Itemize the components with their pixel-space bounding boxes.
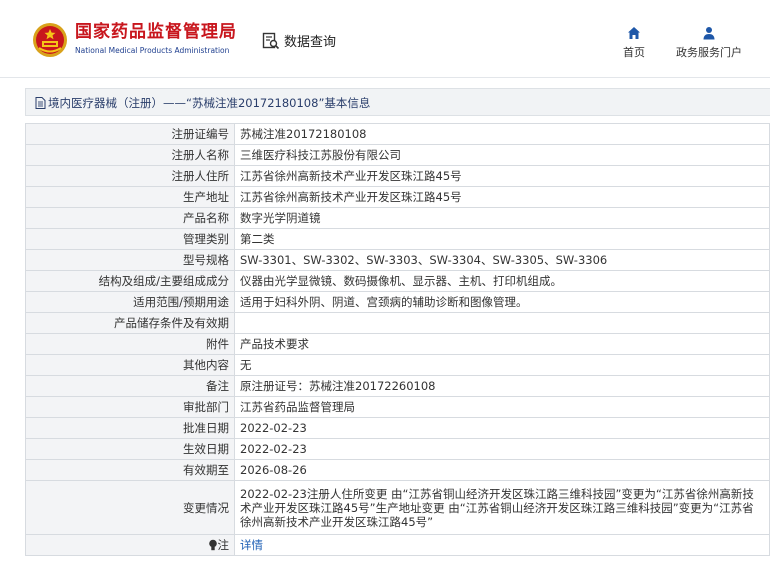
- field-label: 有效期至: [25, 459, 235, 481]
- details-link[interactable]: 详情: [240, 538, 263, 552]
- nav-home-label: 首页: [623, 46, 645, 59]
- table-row: 管理类别 第二类: [25, 228, 770, 250]
- note-label-cell: 注: [25, 534, 235, 556]
- table-row: 生产地址 江苏省徐州高新技术产业开发区珠江路45号: [25, 186, 770, 208]
- table-row: 型号规格 SW-3301、SW-3302、SW-3303、SW-3304、SW-3…: [25, 249, 770, 271]
- field-label: 备注: [25, 375, 235, 397]
- field-value: 原注册证号：苏械注准20172260108: [234, 375, 770, 397]
- table-row: 注册人住所 江苏省徐州高新技术产业开发区珠江路45号: [25, 165, 770, 187]
- field-label: 注册人名称: [25, 144, 235, 166]
- table-row: 备注 原注册证号：苏械注准20172260108: [25, 375, 770, 397]
- field-value: 2022-02-23: [234, 438, 770, 460]
- field-value: [234, 312, 770, 334]
- table-row: 审批部门 江苏省药品监督管理局: [25, 396, 770, 418]
- field-label: 结构及组成/主要组成成分: [25, 270, 235, 292]
- field-label: 审批部门: [25, 396, 235, 418]
- table-row: 注册证编号 苏械注准20172180108: [25, 123, 770, 145]
- data-search-icon: [262, 32, 280, 49]
- field-label: 产品储存条件及有效期: [25, 312, 235, 334]
- table-row: 注 详情: [25, 534, 770, 556]
- field-label: 批准日期: [25, 417, 235, 439]
- table-row: 其他内容无: [25, 354, 770, 376]
- field-value: 适用于妇科外阴、阴道、宫颈病的辅助诊断和图像管理。: [234, 291, 770, 313]
- table-row: 有效期至 2026-08-26: [25, 459, 770, 481]
- nav-portal-label: 政务服务门户: [676, 46, 742, 59]
- field-value: 2022-02-23注册人住所变更 由“江苏省铜山经济开发区珠江路三维科技园”变…: [234, 480, 770, 535]
- field-value: 苏械注准20172180108: [234, 123, 770, 145]
- site-title-cn: 国家药品监督管理局: [75, 22, 237, 42]
- field-label: 注册证编号: [25, 123, 235, 145]
- data-query-label: 数据查询: [284, 35, 337, 50]
- field-value: 第二类: [234, 228, 770, 250]
- site-header: 国家药品监督管理局 National Medical Products Admi…: [0, 0, 770, 78]
- field-value: 数字光学阴道镜: [234, 207, 770, 229]
- field-value: 江苏省徐州高新技术产业开发区珠江路45号: [234, 186, 770, 208]
- user-icon: [703, 27, 715, 40]
- table-row: 附件 产品技术要求: [25, 333, 770, 355]
- table-row: 产品储存条件及有效期: [25, 312, 770, 334]
- note-label: 注: [217, 537, 230, 552]
- site-brand[interactable]: 国家药品监督管理局 National Medical Products Admi…: [75, 22, 237, 57]
- table-row: 变更情况 2022-02-23注册人住所变更 由“江苏省铜山经济开发区珠江路三维科…: [25, 480, 770, 535]
- field-label: 附件: [25, 333, 235, 355]
- field-label: 管理类别: [25, 228, 235, 250]
- lightbulb-icon: [208, 539, 217, 550]
- home-icon: [628, 27, 640, 39]
- field-value: 三维医疗科技江苏股份有限公司: [234, 144, 770, 166]
- field-value: 2022-02-23: [234, 417, 770, 439]
- field-value: 江苏省药品监督管理局: [234, 396, 770, 418]
- table-row: 产品名称 数字光学阴道镜: [25, 207, 770, 229]
- field-label: 其他内容: [25, 354, 235, 376]
- table-row: 注册人名称 三维医疗科技江苏股份有限公司: [25, 144, 770, 166]
- field-value: 无: [234, 354, 770, 376]
- table-row: 结构及组成/主要组成成分 仪器由光学显微镜、数码摄像机、显示器、主机、打印机组成。: [25, 270, 770, 292]
- table-row: 生效日期 2022-02-23: [25, 438, 770, 460]
- field-label: 生产地址: [25, 186, 235, 208]
- breadcrumb-bar: 境内医疗器械（注册）——“苏械注准20172180108”基本信息: [25, 88, 770, 116]
- registration-info-table: 注册证编号 苏械注准20172180108 注册人名称 三维医疗科技江苏股份有限公司…: [25, 123, 770, 556]
- field-value: SW-3301、SW-3302、SW-3303、SW-3304、SW-3305、…: [234, 249, 770, 271]
- site-title-en: National Medical Products Administration: [75, 46, 230, 55]
- field-value: 仪器由光学显微镜、数码摄像机、显示器、主机、打印机组成。: [234, 270, 770, 292]
- field-label: 生效日期: [25, 438, 235, 460]
- data-query-link[interactable]: 数据查询: [262, 31, 336, 50]
- field-label: 注册人住所: [25, 165, 235, 187]
- nav-gov-portal[interactable]: 政务服务门户: [676, 26, 742, 60]
- field-label: 型号规格: [25, 249, 235, 271]
- nav-home[interactable]: 首页: [623, 26, 645, 60]
- note-value-cell: 详情: [234, 534, 770, 556]
- breadcrumb-text: 境内医疗器械（注册）——“苏械注准20172180108”基本信息: [48, 96, 371, 110]
- field-value: 2026-08-26: [234, 459, 770, 481]
- document-icon: [35, 97, 46, 109]
- field-label: 变更情况: [25, 480, 235, 535]
- field-value: 产品技术要求: [234, 333, 770, 355]
- field-label: 产品名称: [25, 207, 235, 229]
- field-value: 江苏省徐州高新技术产业开发区珠江路45号: [234, 165, 770, 187]
- table-row: 批准日期 2022-02-23: [25, 417, 770, 439]
- national-emblem-icon: [33, 23, 67, 57]
- field-label: 适用范围/预期用途: [25, 291, 235, 313]
- table-row: 适用范围/预期用途 适用于妇科外阴、阴道、宫颈病的辅助诊断和图像管理。: [25, 291, 770, 313]
- breadcrumb: 境内医疗器械（注册）——“苏械注准20172180108”基本信息: [35, 95, 370, 111]
